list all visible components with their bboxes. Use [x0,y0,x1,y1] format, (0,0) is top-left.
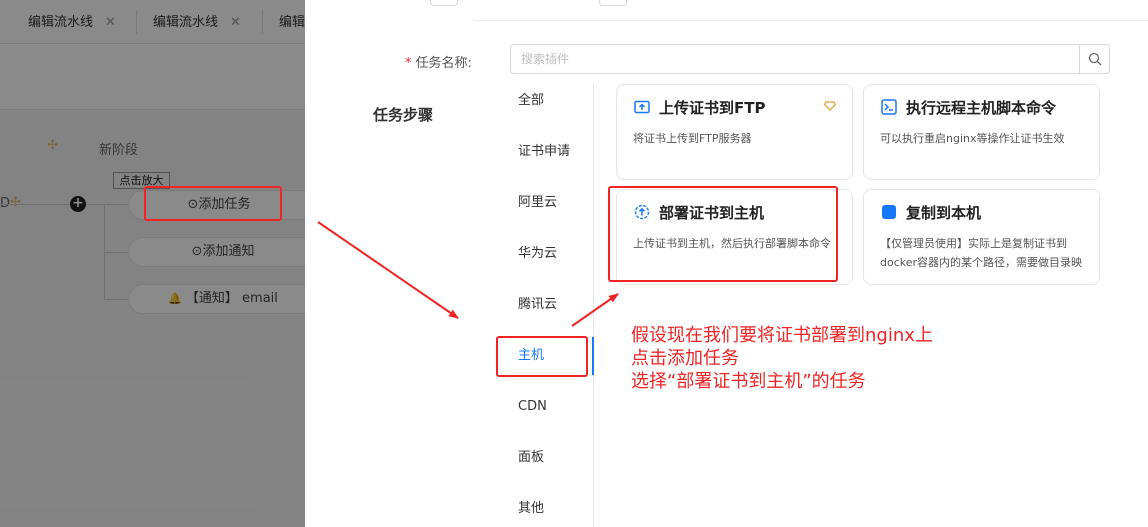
category-panel[interactable]: 面板 [474,438,590,478]
drawer-top-button[interactable] [430,0,458,6]
task-steps-title: 任务步骤 [373,106,434,124]
plugin-desc: 【仅管理员使用】实际上是复制证书到docker容器内的某个路径，需要做目录映 [880,237,1083,269]
plugin-desc: 将证书上传到FTP服务器 [633,132,752,145]
highlight-host-category [496,336,588,377]
annotation-line: 选择“部署证书到主机”的任务 [631,371,866,392]
plugin-title: 复制到本机 [906,203,982,222]
category-cert-apply[interactable]: 证书申请 [474,132,590,172]
plugin-search-box [510,44,1110,74]
task-name-text: 任务名称: [415,56,472,71]
highlight-deploy-card [608,186,838,282]
category-tencent[interactable]: 腾讯云 [474,285,590,325]
panel-divider [474,20,1148,21]
task-name-label: * 任务名称: [405,52,472,71]
task-form-drawer: * 任务名称: 任务步骤 [305,0,475,527]
panel-top-button[interactable] [599,0,627,6]
annotation-line: 假设现在我们要将证书部署到nginx上 [631,325,933,346]
vip-diamond-icon [823,96,837,115]
plugin-card-upload-ftp[interactable]: 上传证书到FTP 将证书上传到FTP服务器 [616,84,853,180]
category-divider [593,84,594,527]
plugin-title: 上传证书到FTP [659,98,766,117]
plugin-card-remote-script[interactable]: 执行远程主机脚本命令 可以执行重启nginx等操作让证书生效 [863,84,1100,180]
search-button[interactable] [1079,45,1109,73]
plugin-card-copy-local[interactable]: 复制到本机 【仅管理员使用】实际上是复制证书到docker容器内的某个路径，需要… [863,189,1100,285]
terminal-icon [880,98,898,116]
category-all[interactable]: 全部 [474,81,590,121]
category-cdn[interactable]: CDN [474,387,590,427]
category-aliyun[interactable]: 阿里云 [474,183,590,223]
plugin-desc: 可以执行重启nginx等操作让证书生效 [880,132,1065,145]
annotation-line: 点击添加任务 [631,348,739,369]
active-category-indicator [592,337,594,375]
category-list: 全部 证书申请 阿里云 华为云 腾讯云 主机 CDN 面板 其他 [474,76,594,527]
highlight-add-task [144,186,282,221]
search-icon [1088,52,1101,66]
category-huawei[interactable]: 华为云 [474,234,590,274]
upload-ftp-icon [633,98,651,116]
search-input[interactable] [511,45,1079,73]
plugin-title: 执行远程主机脚本命令 [906,98,1057,117]
category-other[interactable]: 其他 [474,489,590,527]
annotation-text: 假设现在我们要将证书部署到nginx上 点击添加任务 选择“部署证书到主机”的任… [631,325,933,394]
required-mark: * [405,56,412,71]
copy-icon [880,203,898,221]
